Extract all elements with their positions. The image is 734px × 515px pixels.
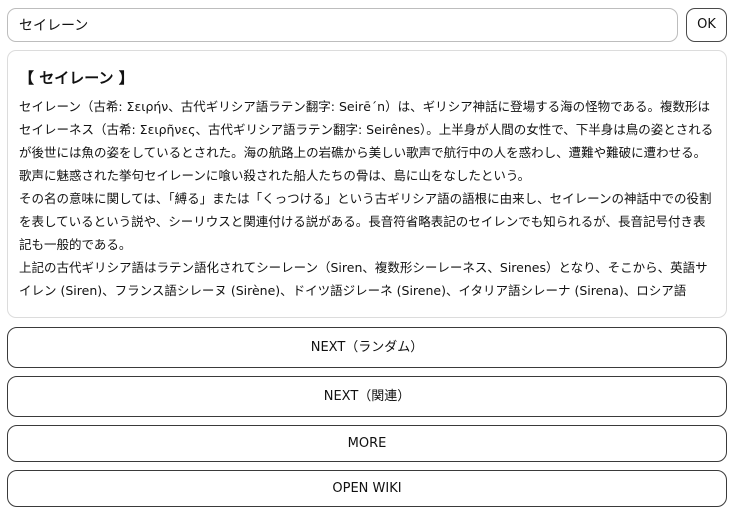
next-random-button[interactable]: NEXT（ランダム） (7, 327, 727, 368)
search-bar: OK (7, 8, 727, 42)
ok-button[interactable]: OK (686, 8, 727, 42)
article-title: 【 セイレーン 】 (19, 69, 134, 87)
article-paragraph: その名の意味に関しては、「縛る」または「くっつける」という古ギリシア語の語根に由… (19, 191, 712, 252)
article-paragraph: 上記の古代ギリシア語はラテン語化されてシーレーン（Siren、複数形シーレーネス… (19, 260, 708, 298)
article-card: 【 セイレーン 】 セイレーン（古希: Σειρήν、古代ギリシア語ラテン翻字:… (7, 50, 727, 318)
next-related-button[interactable]: NEXT（関連） (7, 376, 727, 417)
open-wiki-button[interactable]: OPEN WIKI (7, 470, 727, 507)
search-input[interactable] (7, 8, 678, 42)
article-paragraph: セイレーン（古希: Σειρήν、古代ギリシア語ラテン翻字: Seirē´n）は… (19, 99, 714, 183)
more-button[interactable]: MORE (7, 425, 727, 462)
